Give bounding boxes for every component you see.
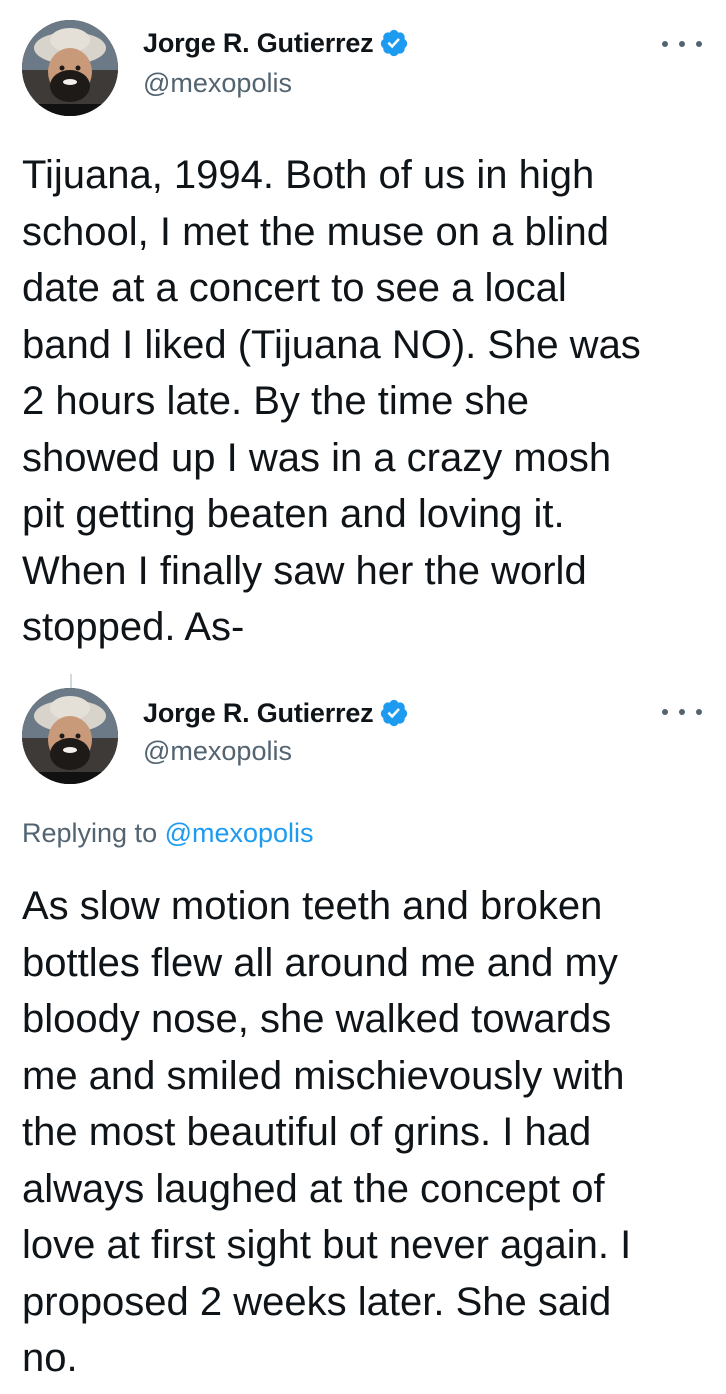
replying-to-line: Replying to @mexopolis bbox=[22, 818, 314, 849]
more-horizontal-icon bbox=[696, 709, 702, 715]
more-horizontal-icon bbox=[696, 41, 702, 47]
tweet-1: Jorge R. Gutierrez @mexopolis Tijuana, 1… bbox=[0, 0, 726, 672]
more-horizontal-icon bbox=[662, 709, 668, 715]
tweet-2: Jorge R. Gutierrez @mexopolis Replying t… bbox=[0, 672, 726, 1394]
author-display-name[interactable]: Jorge R. Gutierrez bbox=[143, 28, 374, 59]
replying-to-handle-link[interactable]: @mexopolis bbox=[165, 818, 314, 848]
avatar[interactable] bbox=[22, 688, 118, 784]
author-name-row[interactable]: Jorge R. Gutierrez bbox=[143, 26, 409, 60]
author-display-name[interactable]: Jorge R. Gutierrez bbox=[143, 698, 374, 729]
avatar-photo bbox=[22, 688, 118, 784]
avatar[interactable] bbox=[22, 20, 118, 116]
tweet-text: Tijuana, 1994. Both of us in high school… bbox=[22, 153, 641, 649]
author-handle[interactable]: @mexopolis bbox=[143, 736, 292, 767]
author-name-row[interactable]: Jorge R. Gutierrez bbox=[143, 696, 409, 730]
avatar-photo bbox=[22, 20, 118, 116]
more-horizontal-icon bbox=[679, 709, 685, 715]
more-options-button[interactable] bbox=[662, 32, 702, 56]
tweet-text: As slow motion teeth and broken bottles … bbox=[22, 884, 632, 1380]
more-horizontal-icon bbox=[662, 41, 668, 47]
author-handle[interactable]: @mexopolis bbox=[143, 68, 292, 99]
verified-badge-icon bbox=[379, 28, 409, 58]
more-horizontal-icon bbox=[679, 41, 685, 47]
replying-to-prefix: Replying to bbox=[22, 818, 165, 848]
verified-badge-icon bbox=[379, 698, 409, 728]
more-options-button[interactable] bbox=[662, 700, 702, 724]
